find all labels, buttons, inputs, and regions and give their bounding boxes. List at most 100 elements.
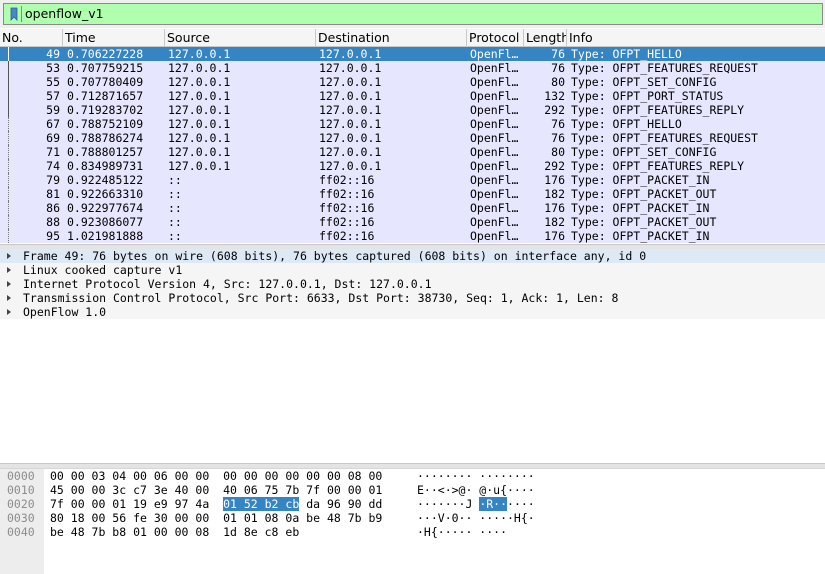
detail-tree-item[interactable]: Linux cooked capture v1 <box>0 263 825 277</box>
packet-source: :: <box>168 173 182 187</box>
hex-bytes-text: 00 00 03 04 00 06 00 00 00 00 00 00 00 0… <box>50 469 383 483</box>
packet-length: 76 <box>551 131 565 145</box>
packet-row[interactable]: 57 0.712871657 127.0.0.1 127.0.0.1 OpenFl… 13… <box>0 89 825 103</box>
packet-length: 80 <box>551 145 565 159</box>
packet-protocol: OpenFl… <box>470 103 519 117</box>
expand-arrow-icon[interactable] <box>7 267 11 273</box>
packet-destination: 127.0.0.1 <box>319 75 382 89</box>
detail-tree-item[interactable]: Transmission Control Protocol, Src Port:… <box>0 291 825 305</box>
column-header-protocol[interactable]: Protocol <box>467 29 524 47</box>
packet-length: 176 <box>544 201 565 215</box>
packet-destination: 127.0.0.1 <box>319 89 382 103</box>
packet-length: 76 <box>551 117 565 131</box>
packet-info: Type: OFPT_FEATURES_REPLY <box>571 159 745 173</box>
filter-bookmark-button[interactable] <box>6 6 22 22</box>
packet-source: :: <box>168 229 182 243</box>
hex-bytes-text: 45 00 00 3c c7 3e 40 00 40 06 75 7b 7f 0… <box>50 483 383 497</box>
packet-time: 0.719283702 <box>67 103 144 117</box>
packet-destination: 127.0.0.1 <box>319 47 382 61</box>
hex-bytes-text: be 48 7b b8 01 00 00 08 1d 8e c8 eb <box>50 525 300 539</box>
packet-protocol: OpenFl… <box>470 201 519 215</box>
packet-length: 176 <box>544 229 565 243</box>
hex-bytes[interactable]: 00 00 03 04 00 06 00 00 00 00 00 00 00 0… <box>50 469 382 483</box>
column-header-time[interactable]: Time <box>63 29 165 47</box>
packet-row[interactable]: 67 0.788752109 127.0.0.1 127.0.0.1 OpenFl… 76… <box>0 117 825 131</box>
detail-tree-label: Transmission Control Protocol, Src Port:… <box>23 291 619 305</box>
packet-row[interactable]: 55 0.707780409 127.0.0.1 127.0.0.1 OpenFl… 80… <box>0 75 825 89</box>
packet-length: 76 <box>551 61 565 75</box>
packet-row[interactable]: 79 0.922485122:: ff02::16 OpenFl… 176 Type: O… <box>0 173 825 187</box>
packet-source: :: <box>168 187 182 201</box>
packet-protocol: OpenFl… <box>470 187 519 201</box>
hex-dump-row: 0020 7f 00 00 01 19 e9 97 4a 01 52 b2 cb … <box>0 497 825 511</box>
hex-bytes[interactable]: 7f 00 00 01 19 e9 97 4a 01 52 b2 cb da 9… <box>50 497 382 511</box>
packet-row[interactable]: 95 1.021981888:: ff02::16 OpenFl… 176 Type: O… <box>0 229 825 243</box>
packet-row[interactable]: 69 0.788786274 127.0.0.1 127.0.0.1 OpenFl… 76… <box>0 131 825 145</box>
expand-arrow-icon[interactable] <box>7 309 11 315</box>
detail-tree-label: Frame 49: 76 bytes on wire (608 bits), 7… <box>23 249 647 263</box>
ascii-bytes-text: ···V·0·· ·····H{· <box>417 511 535 525</box>
packet-no: 81 <box>46 187 60 201</box>
packet-row[interactable]: 71 0.788801257 127.0.0.1 127.0.0.1 OpenFl… 80… <box>0 145 825 159</box>
expand-arrow-icon[interactable] <box>7 281 11 287</box>
column-header-source[interactable]: Source <box>165 29 316 47</box>
packet-row[interactable]: 86 0.922977674:: ff02::16 OpenFl… 176 Type: O… <box>0 201 825 215</box>
ascii-bytes[interactable]: ·······J ·R······ <box>417 497 535 511</box>
packet-row[interactable]: 74 0.834989731 127.0.0.1 127.0.0.1 OpenFl… 29… <box>0 159 825 173</box>
packet-row[interactable]: 59 0.719283702 127.0.0.1 127.0.0.1 OpenFl… 29… <box>0 103 825 117</box>
ascii-bytes[interactable]: ········ ········ <box>417 469 535 483</box>
packet-destination: ff02::16 <box>319 187 375 201</box>
ascii-bytes-text: ·H{····· ···· <box>417 525 508 539</box>
packet-length: 182 <box>544 187 565 201</box>
packet-time: 0.788752109 <box>67 117 144 131</box>
packet-protocol: OpenFl… <box>470 61 519 75</box>
hex-dump-row: 0030 80 18 00 56 fe 30 00 00 01 01 08 0a … <box>0 511 825 525</box>
column-header-destination[interactable]: Destination <box>316 29 467 47</box>
ascii-bytes[interactable]: ·H{····· ···· <box>417 525 507 539</box>
packet-info: Type: OFPT_PACKET_IN <box>571 229 710 243</box>
packet-details-pane[interactable]: Frame 49: 76 bytes on wire (608 bits), 7… <box>0 249 825 463</box>
packet-time: 0.707780409 <box>67 75 144 89</box>
packet-protocol: OpenFl… <box>470 173 519 187</box>
detail-tree-item[interactable]: Frame 49: 76 bytes on wire (608 bits), 7… <box>0 249 825 263</box>
packet-time: 0.923086077 <box>67 215 144 229</box>
detail-tree-item[interactable]: Internet Protocol Version 4, Src: 127.0.… <box>0 277 825 291</box>
ascii-bytes[interactable]: E··<·>@· @·u{···· <box>417 483 535 497</box>
hex-bytes[interactable]: 45 00 00 3c c7 3e 40 00 40 06 75 7b 7f 0… <box>50 483 382 497</box>
column-header-length[interactable]: Length <box>524 29 567 47</box>
detail-tree-item[interactable]: OpenFlow 1.0 <box>0 305 825 319</box>
expand-arrow-icon[interactable] <box>7 253 11 259</box>
packet-row[interactable]: 88 0.923086077:: ff02::16 OpenFl… 182 Type: O… <box>0 215 825 229</box>
column-header-info[interactable]: Info <box>567 29 825 47</box>
packet-row[interactable]: 53 0.707759215 127.0.0.1 127.0.0.1 OpenFl… 76… <box>0 61 825 75</box>
byte-offset: 0020 <box>7 497 35 511</box>
packet-length: 182 <box>544 215 565 229</box>
packet-row[interactable]: 81 0.922663310:: ff02::16 OpenFl… 182 Type: O… <box>0 187 825 201</box>
hex-bytes[interactable]: 80 18 00 56 fe 30 00 00 01 01 08 0a be 4… <box>50 511 382 525</box>
packet-protocol: OpenFl… <box>470 131 519 145</box>
packet-time: 0.922663310 <box>67 187 144 201</box>
hex-dump-row: 0040 be 48 7b b8 01 00 00 08 1d 8e c8 eb ·… <box>0 525 825 539</box>
packet-info: Type: OFPT_PACKET_IN <box>571 201 710 215</box>
packet-time: 0.706227228 <box>67 47 144 61</box>
packet-info: Type: OFPT_FEATURES_REPLY <box>571 103 745 117</box>
packet-list[interactable]: No. Time Source Destination Protocol Len… <box>0 28 825 244</box>
packet-time: 0.712871657 <box>67 89 144 103</box>
packet-source: 127.0.0.1 <box>168 103 231 117</box>
packet-source: :: <box>168 201 182 215</box>
filter-text[interactable]: openflow_v1 <box>25 6 104 21</box>
ascii-bytes[interactable]: ···V·0·· ·····H{· <box>417 511 535 525</box>
detail-tree-label: Internet Protocol Version 4, Src: 127.0.… <box>23 277 432 291</box>
hex-bytes[interactable]: be 48 7b b8 01 00 00 08 1d 8e c8 eb <box>50 525 299 539</box>
ascii-bytes-highlighted: ·R·· <box>479 497 508 511</box>
column-header-no[interactable]: No. <box>0 29 63 47</box>
packet-no: 53 <box>46 61 60 75</box>
expand-arrow-icon[interactable] <box>7 295 11 301</box>
hex-dump-row: 0000 00 00 03 04 00 06 00 00 00 00 00 00 … <box>0 469 825 483</box>
packet-bytes-pane[interactable]: 0000 00 00 03 04 00 06 00 00 00 00 00 00 … <box>0 469 825 574</box>
hex-bytes-text: 80 18 00 56 fe 30 00 00 01 01 08 0a be 4… <box>50 511 383 525</box>
display-filter-input[interactable]: openflow_v1 <box>3 3 823 25</box>
detail-tree-label: OpenFlow 1.0 <box>23 305 107 319</box>
packet-length: 176 <box>544 173 565 187</box>
packet-row[interactable]: 49 0.706227228 127.0.0.1 127.0.0.1 OpenFl… 76… <box>0 47 825 61</box>
